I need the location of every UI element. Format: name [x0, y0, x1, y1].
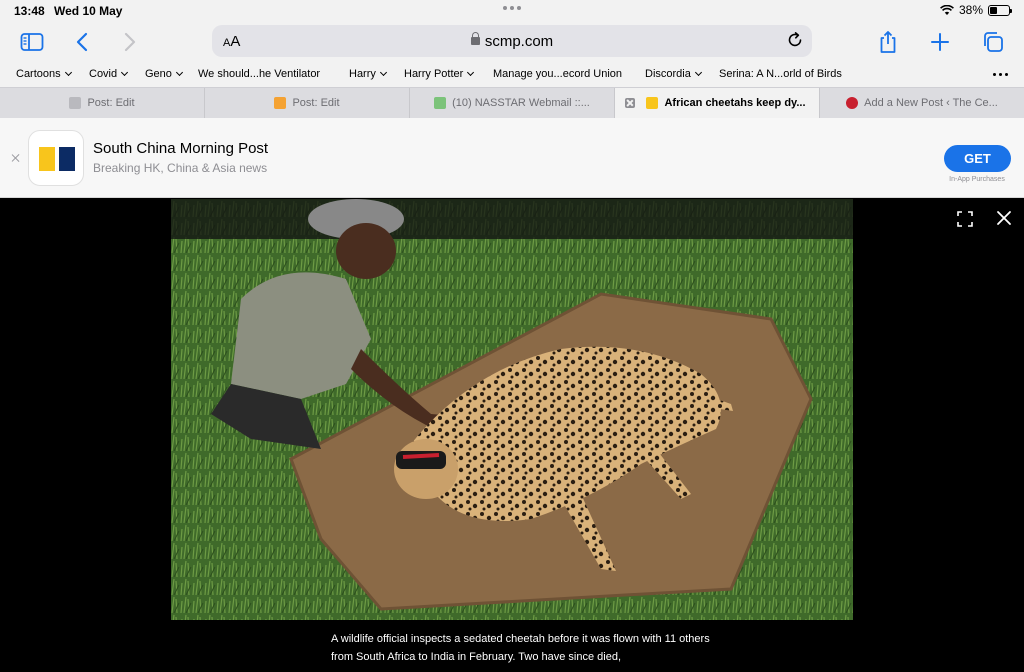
url-value: scmp.com [484, 33, 554, 50]
webmail-favicon-icon [434, 97, 447, 109]
browser-toolbar: AA scmp.com [0, 22, 1024, 62]
tab-add-new-post[interactable]: Add a New Post ‹ The Ce... [820, 88, 1024, 118]
favorite-covid[interactable]: Covid [89, 68, 129, 80]
tab-bar: Post: Edit Post: Edit (10) NASSTAR Webma… [0, 87, 1024, 118]
share-icon[interactable] [874, 28, 902, 56]
sidebar-icon[interactable] [18, 28, 46, 56]
favorites-bar: Cartoons Covid Geno We should...he Venti… [0, 62, 1024, 87]
status-bar: 13:48 Wed 10 May 38% [0, 0, 1024, 22]
blogger-favicon-icon [274, 97, 287, 109]
get-app-button[interactable]: GET [944, 145, 1011, 172]
forward-icon[interactable] [116, 28, 144, 56]
photo-viewer: A wildlife official inspects a sedated c… [0, 199, 1024, 672]
chevron-down-icon [175, 68, 183, 77]
status-date: Wed 10 May [54, 4, 123, 18]
status-time: 13:48 [14, 4, 45, 18]
chevron-down-icon [694, 68, 702, 77]
tab-post-edit-2[interactable]: Post: Edit [205, 88, 410, 118]
favorite-discordia[interactable]: Discordia [645, 68, 702, 80]
chevron-down-icon [64, 68, 72, 77]
photo-caption: A wildlife official inspects a sedated c… [331, 633, 710, 663]
tabs-overview-icon[interactable] [979, 28, 1007, 56]
tab-nasstar-webmail[interactable]: (10) NASSTAR Webmail ::... [410, 88, 615, 118]
fullscreen-icon[interactable] [955, 209, 975, 229]
close-banner-icon[interactable] [11, 153, 21, 163]
battery-icon [988, 4, 1012, 16]
favorite-record-union[interactable]: Manage you...ecord Union [493, 68, 622, 80]
site-favicon-icon [846, 97, 859, 109]
more-icon[interactable] [993, 73, 1008, 76]
back-icon[interactable] [68, 28, 96, 56]
favorite-ventilator[interactable]: We should...he Ventilator [198, 68, 320, 80]
scmp-app-icon[interactable] [28, 130, 84, 186]
chevron-down-icon [121, 68, 129, 77]
blogger-favicon-icon [69, 97, 82, 109]
in-app-purchases-note: In-App Purchases [949, 176, 1005, 183]
tab-close-icon[interactable] [625, 98, 635, 108]
address-bar[interactable]: AA scmp.com [212, 25, 812, 57]
url-text[interactable]: scmp.com [212, 32, 812, 50]
tab-post-edit-1[interactable]: Post: Edit [0, 88, 205, 118]
favorite-cartoons[interactable]: Cartoons [16, 68, 72, 80]
favorite-harry-potter[interactable]: Harry Potter [404, 68, 475, 80]
chevron-down-icon [467, 68, 475, 77]
app-subtitle: Breaking HK, China & Asia news [93, 161, 268, 175]
battery-percent: 38% [958, 3, 983, 17]
tab-african-cheetahs[interactable]: African cheetahs keep dy... [615, 88, 820, 118]
status-indicators: 38% [940, 3, 1012, 17]
multitasking-dots-icon[interactable] [503, 6, 521, 12]
new-tab-icon[interactable] [926, 28, 954, 56]
favorite-serina[interactable]: Serina: A N...orld of Birds [719, 68, 842, 80]
favorite-geno[interactable]: Geno [145, 68, 183, 80]
reload-icon[interactable] [786, 31, 804, 54]
app-name: South China Morning Post [93, 140, 269, 157]
chevron-down-icon [379, 68, 387, 77]
app-banner: South China Morning Post Breaking HK, Ch… [0, 118, 1024, 198]
wifi-icon [940, 4, 954, 15]
scmp-favicon-icon [646, 97, 659, 109]
lock-icon [470, 32, 480, 45]
cheetah-photo[interactable] [171, 199, 853, 620]
close-icon[interactable] [995, 209, 1015, 229]
favorite-harry[interactable]: Harry [349, 68, 387, 80]
